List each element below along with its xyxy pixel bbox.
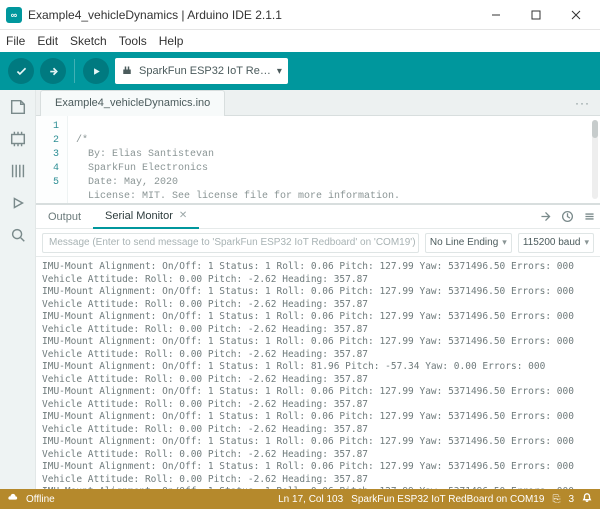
debug-button[interactable] — [83, 58, 109, 84]
autoscroll-toggle-icon[interactable] — [534, 210, 556, 223]
bell-icon[interactable] — [582, 493, 592, 506]
menu-tools[interactable]: Tools — [119, 34, 147, 48]
app-icon: ∞ — [6, 7, 22, 23]
timestamp-toggle-icon[interactable] — [556, 210, 578, 223]
menu-help[interactable]: Help — [159, 34, 184, 48]
window-maximize-button[interactable] — [516, 1, 556, 29]
editor-tab-label: Example4_vehicleDynamics.ino — [55, 97, 210, 109]
status-cursor: Ln 17, Col 103 — [278, 494, 343, 505]
status-offline[interactable]: Offline — [26, 494, 55, 505]
status-board-port[interactable]: SparkFun ESP32 IoT RedBoard on COM19 — [351, 494, 544, 505]
serial-output[interactable]: IMU-Mount Alignment: On/Off: 1 Status: 1… — [36, 257, 600, 489]
library-manager-icon[interactable] — [9, 162, 27, 180]
bottom-panel: Output Serial Monitor✕ Message (Enter to… — [36, 204, 600, 489]
tab-serial-monitor[interactable]: Serial Monitor✕ — [93, 205, 199, 229]
menubar: File Edit Sketch Tools Help — [0, 30, 600, 52]
gutter: 1 2 3 4 5 — [36, 116, 68, 203]
activity-bar — [0, 90, 36, 489]
toolbar: SparkFun ESP32 IoT Re… ▾ — [0, 52, 600, 90]
board-selector-label: SparkFun ESP32 IoT Re… — [139, 65, 271, 77]
editor-scrollbar-thumb[interactable] — [592, 120, 598, 138]
menu-sketch[interactable]: Sketch — [70, 34, 107, 48]
code-lines: /* By: Elias Santistevan SparkFun Electr… — [68, 116, 400, 203]
editor-more-button[interactable]: ··· — [565, 96, 600, 110]
editor-tabstrip: Example4_vehicleDynamics.ino ··· — [36, 90, 600, 116]
window-title: Example4_vehicleDynamics | Arduino IDE 2… — [28, 8, 282, 22]
serial-message-input[interactable]: Message (Enter to send message to 'Spark… — [42, 233, 419, 253]
chevron-down-icon: ▾ — [502, 237, 507, 248]
close-icon[interactable]: ✕ — [179, 210, 187, 221]
code-editor[interactable]: 1 2 3 4 5 /* By: Elias Santistevan Spark… — [36, 116, 600, 204]
chevron-down-icon: ▾ — [277, 66, 282, 77]
serial-send-row: Message (Enter to send message to 'Spark… — [36, 229, 600, 257]
panel-tabstrip: Output Serial Monitor✕ — [36, 205, 600, 229]
sketchbook-icon[interactable] — [9, 98, 27, 116]
toolbar-divider — [74, 59, 75, 83]
titlebar: ∞ Example4_vehicleDynamics | Arduino IDE… — [0, 0, 600, 30]
line-ending-select[interactable]: No Line Ending▾ — [425, 233, 512, 253]
boards-manager-icon[interactable] — [9, 130, 27, 148]
chevron-down-icon: ▾ — [584, 237, 589, 248]
board-selector[interactable]: SparkFun ESP32 IoT Re… ▾ — [115, 58, 288, 84]
status-close-panel-icon[interactable]: ⎘ — [552, 494, 560, 505]
menu-file[interactable]: File — [6, 34, 25, 48]
editor-tab[interactable]: Example4_vehicleDynamics.ino — [40, 90, 225, 116]
window-minimize-button[interactable] — [476, 1, 516, 29]
baud-select[interactable]: 115200 baud▾ — [518, 233, 594, 253]
cloud-off-icon — [8, 493, 18, 506]
verify-button[interactable] — [8, 58, 34, 84]
status-bar: Offline Ln 17, Col 103 SparkFun ESP32 Io… — [0, 489, 600, 509]
status-notifications-count: 3 — [568, 494, 574, 505]
debug-panel-icon[interactable] — [9, 194, 27, 212]
tab-output[interactable]: Output — [36, 205, 93, 229]
upload-button[interactable] — [40, 58, 66, 84]
search-icon[interactable] — [9, 226, 27, 244]
window-close-button[interactable] — [556, 1, 596, 29]
menu-edit[interactable]: Edit — [37, 34, 58, 48]
usb-plug-icon — [121, 65, 133, 77]
panel-menu-icon[interactable] — [578, 210, 600, 223]
